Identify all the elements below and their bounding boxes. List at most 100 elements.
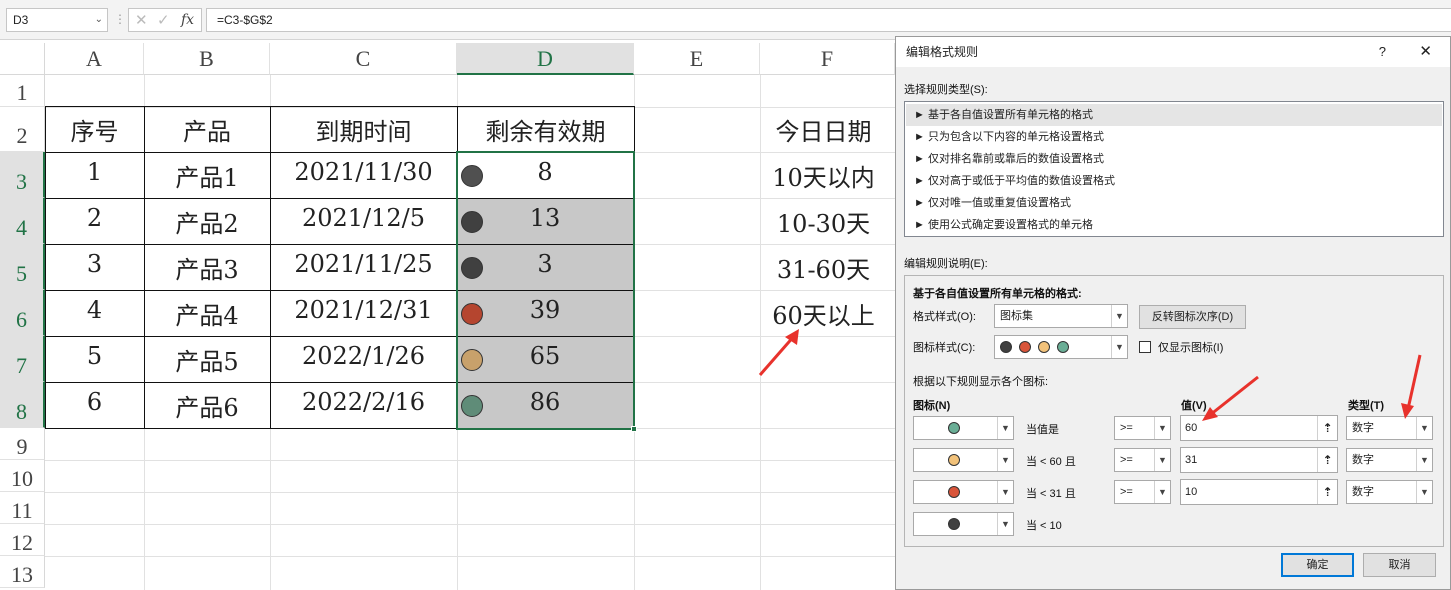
row-header-8[interactable]: 8: [0, 382, 45, 428]
rule-type-item[interactable]: ► 仅对排名靠前或靠后的数值设置格式: [906, 148, 1442, 170]
icon-column-header: 图标(N): [913, 400, 951, 412]
col-header-b[interactable]: B: [144, 43, 270, 75]
cell-b6[interactable]: 产品4: [144, 296, 270, 331]
row-header-12[interactable]: 12: [0, 524, 45, 556]
operator-select-1[interactable]: >= ▼: [1114, 416, 1171, 440]
show-icon-only-checkbox[interactable]: [1139, 341, 1151, 353]
cell-b7[interactable]: 产品5: [144, 342, 270, 377]
help-icon[interactable]: ?: [1379, 37, 1386, 67]
cell-a3[interactable]: 1: [45, 158, 144, 186]
col-header-e[interactable]: E: [634, 43, 760, 75]
icon-select-2[interactable]: ▼: [913, 448, 1014, 472]
cell-selection[interactable]: [456, 151, 635, 430]
red-arrow-icon: [1401, 354, 1422, 419]
header-cell-date[interactable]: 到期时间: [270, 112, 457, 147]
header-cell-remaining[interactable]: 剩余有效期: [457, 112, 634, 147]
cell-b8[interactable]: 产品6: [144, 388, 270, 423]
icon-select-1[interactable]: ▼: [913, 416, 1014, 440]
row-header-9[interactable]: 9: [0, 428, 45, 460]
cell-f4[interactable]: 10-30天: [760, 204, 887, 239]
cancel-button[interactable]: 取消: [1363, 553, 1436, 577]
chevron-down-icon[interactable]: ▼: [1154, 417, 1170, 439]
cell-c3[interactable]: 2021/11/30: [270, 158, 457, 186]
col-header-a[interactable]: A: [45, 43, 144, 75]
row-header-3[interactable]: 3: [0, 152, 45, 198]
chevron-down-icon[interactable]: ▼: [997, 513, 1013, 535]
row-header-4[interactable]: 4: [0, 198, 45, 244]
header-cell-no[interactable]: 序号: [45, 112, 144, 147]
cell-c8[interactable]: 2022/2/16: [270, 388, 457, 416]
cell-c7[interactable]: 2022/1/26: [270, 342, 457, 370]
row-header-13[interactable]: 13: [0, 556, 45, 588]
chevron-down-icon[interactable]: ▼: [1111, 305, 1127, 327]
col-header-d[interactable]: D: [457, 43, 634, 75]
close-icon[interactable]: ✕: [1419, 37, 1432, 67]
type-value-3: 数字: [1352, 486, 1374, 498]
chevron-down-icon[interactable]: ▼: [997, 417, 1013, 439]
row-header-6[interactable]: 6: [0, 290, 45, 336]
chevron-down-icon[interactable]: ▼: [1416, 449, 1432, 471]
cell-c5[interactable]: 2021/11/25: [270, 250, 457, 278]
row-header-10[interactable]: 10: [0, 460, 45, 492]
cell-c4[interactable]: 2021/12/5: [270, 204, 457, 232]
cell-a4[interactable]: 2: [45, 204, 144, 232]
chevron-down-icon[interactable]: ▼: [1154, 449, 1170, 471]
cell-f3[interactable]: 10天以内: [760, 158, 887, 193]
chevron-down-icon[interactable]: ⌄: [95, 9, 103, 31]
select-all-corner[interactable]: [0, 43, 45, 75]
cell-reference-icon[interactable]: ⇡: [1317, 416, 1337, 440]
icon-select-3[interactable]: ▼: [913, 480, 1014, 504]
chevron-down-icon[interactable]: ▼: [1154, 481, 1170, 503]
rule-type-item[interactable]: ► 只为包含以下内容的单元格设置格式: [906, 126, 1442, 148]
operator-select-3[interactable]: >= ▼: [1114, 480, 1171, 504]
cell-a6[interactable]: 4: [45, 296, 144, 324]
row-header-7[interactable]: 7: [0, 336, 45, 382]
rule-type-item[interactable]: ► 仅对唯一值或重复值设置格式: [906, 192, 1442, 214]
col-header-f[interactable]: F: [760, 43, 895, 75]
chevron-down-icon[interactable]: ▼: [1416, 481, 1432, 503]
check-icon[interactable]: ✓: [157, 11, 170, 29]
cell-b3[interactable]: 产品1: [144, 158, 270, 193]
type-select-3[interactable]: 数字 ▼: [1346, 480, 1433, 504]
formula-input[interactable]: =C3-$G$2: [206, 8, 1451, 32]
cancel-icon[interactable]: ✕: [135, 11, 148, 29]
chevron-down-icon[interactable]: ▼: [997, 481, 1013, 503]
col-header-c[interactable]: C: [270, 43, 457, 75]
cell-b5[interactable]: 产品3: [144, 250, 270, 285]
chevron-down-icon[interactable]: ▼: [997, 449, 1013, 471]
cell-f2[interactable]: 今日日期: [760, 112, 887, 147]
cell-reference-icon[interactable]: ⇡: [1317, 448, 1337, 472]
cell-a8[interactable]: 6: [45, 388, 144, 416]
type-select-2[interactable]: 数字 ▼: [1346, 448, 1433, 472]
value-input-2[interactable]: 31 ⇡: [1180, 447, 1338, 473]
name-box[interactable]: D3 ⌄: [6, 8, 108, 32]
operator-select-2[interactable]: >= ▼: [1114, 448, 1171, 472]
fill-handle[interactable]: [631, 426, 637, 432]
worksheet[interactable]: A B C D E F 1 2 3 4 5 6 7 8 9 10 11 12 1…: [0, 40, 895, 590]
format-style-select[interactable]: 图标集 ▼: [994, 304, 1128, 328]
chevron-down-icon[interactable]: ▼: [1111, 336, 1127, 358]
cell-reference-icon[interactable]: ⇡: [1317, 480, 1337, 504]
row-header-2[interactable]: 2: [0, 107, 45, 152]
cell-a5[interactable]: 3: [45, 250, 144, 278]
header-cell-product[interactable]: 产品: [144, 112, 270, 147]
rule-type-item[interactable]: ► 基于各自值设置所有单元格的格式: [906, 104, 1442, 126]
row-header-5[interactable]: 5: [0, 244, 45, 290]
cell-b4[interactable]: 产品2: [144, 204, 270, 239]
rule-type-item[interactable]: ► 使用公式确定要设置格式的单元格: [906, 214, 1442, 236]
cell-c6[interactable]: 2021/12/31: [270, 296, 457, 324]
reverse-icon-order-button[interactable]: 反转图标次序(D): [1139, 305, 1246, 329]
cell-a7[interactable]: 5: [45, 342, 144, 370]
condition-label-3: 当 < 31 且: [1026, 488, 1076, 500]
rule-type-item[interactable]: ► 仅对高于或低于平均值的数值设置格式: [906, 170, 1442, 192]
row-header-1[interactable]: 1: [0, 75, 45, 107]
icon-style-select[interactable]: ▼: [994, 335, 1128, 359]
ok-button[interactable]: 确定: [1281, 553, 1354, 577]
rule-type-list[interactable]: ► 基于各自值设置所有单元格的格式 ► 只为包含以下内容的单元格设置格式 ► 仅…: [904, 101, 1444, 237]
icon-select-4[interactable]: ▼: [913, 512, 1014, 536]
value-input-3[interactable]: 10 ⇡: [1180, 479, 1338, 505]
show-icon-only-label[interactable]: 仅显示图标(I): [1158, 339, 1223, 355]
cell-f5[interactable]: 31-60天: [760, 250, 887, 285]
row-header-11[interactable]: 11: [0, 492, 45, 524]
fx-icon[interactable]: fx: [181, 12, 194, 28]
